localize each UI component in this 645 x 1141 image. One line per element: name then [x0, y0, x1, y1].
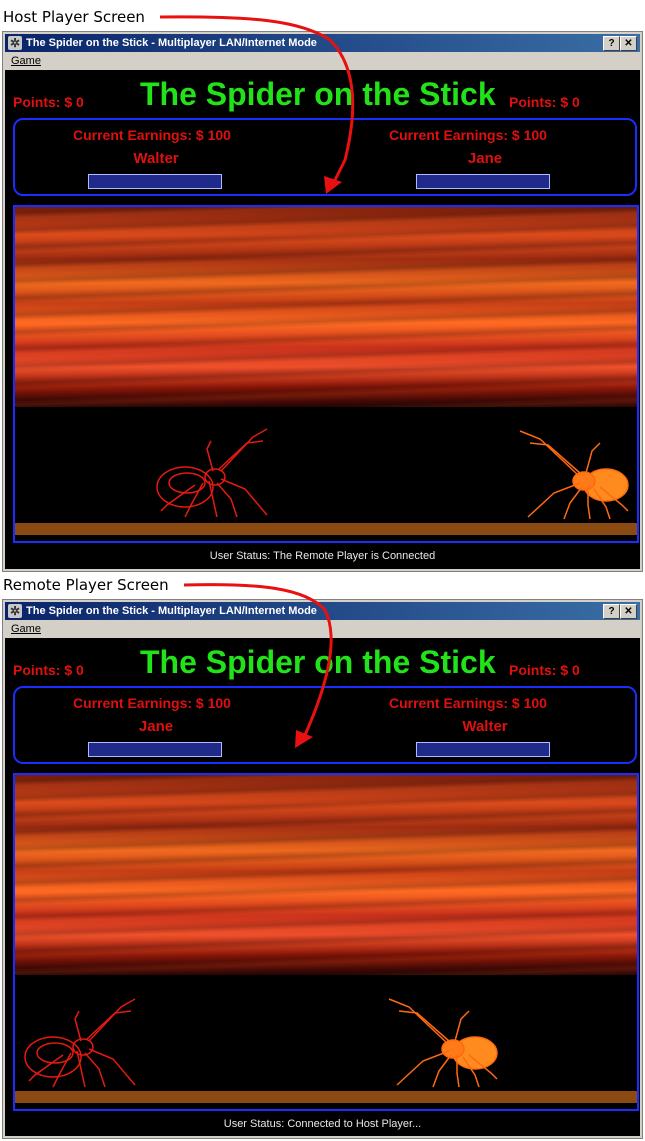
annotation-arrows [159, 15, 355, 748]
